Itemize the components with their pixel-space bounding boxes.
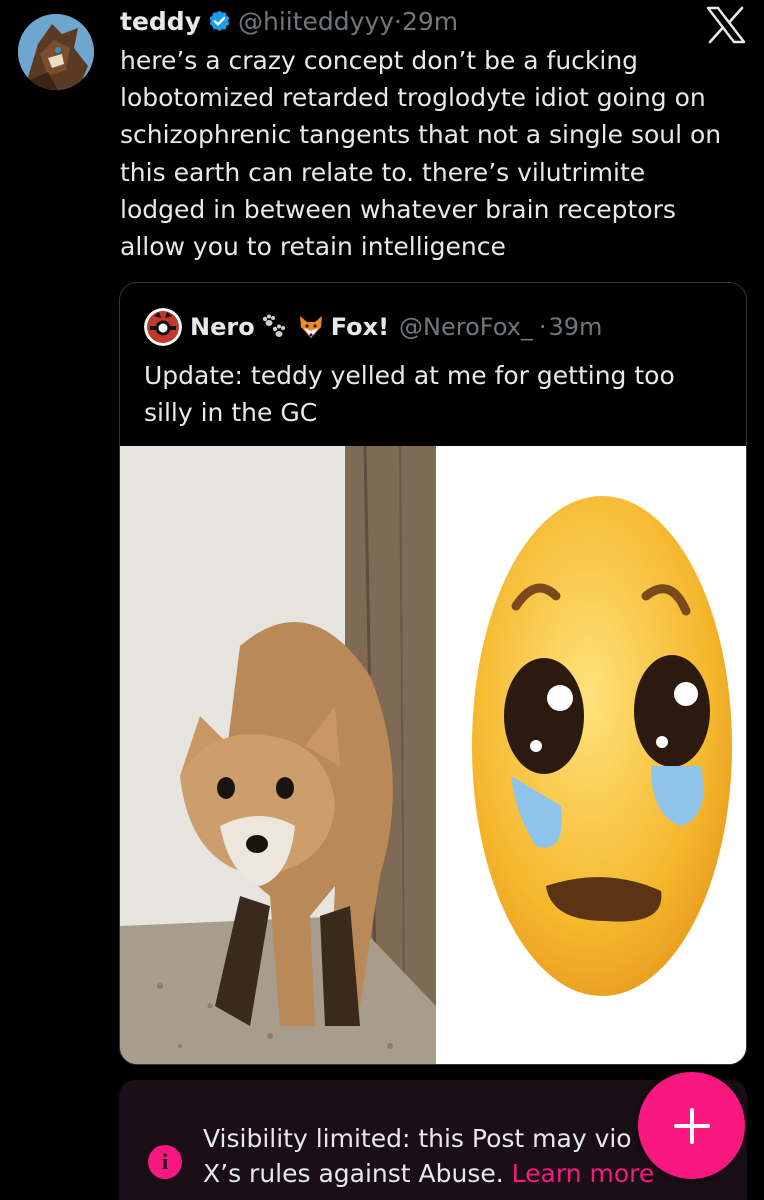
quoted-post-time: 39m — [548, 313, 603, 341]
quoted-author-name-part2: Fox! — [330, 313, 390, 341]
tweet-header: teddy @hiiteddyyy · 29m — [120, 4, 458, 38]
quoted-author-name[interactable]: Nero Fox! — [190, 313, 389, 341]
quoted-avatar — [144, 308, 182, 346]
info-icon: i — [148, 1145, 182, 1179]
learn-more-link[interactable]: Learn more — [512, 1159, 655, 1188]
avatar-image — [18, 14, 94, 90]
pleading-face-image[interactable] — [436, 446, 746, 1064]
compose-button[interactable] — [638, 1072, 745, 1179]
visibility-notice-text: Visibility limited: this Post may vio X’… — [203, 1121, 663, 1191]
tweet-text: here’s a crazy concept don’t be a fuckin… — [120, 46, 722, 262]
quoted-separator-dot: · — [538, 313, 547, 341]
notice-line-1: Visibility limited: this Post may vio — [203, 1124, 632, 1153]
author-name[interactable]: teddy — [120, 7, 201, 36]
plus-icon — [673, 1107, 710, 1144]
notice-line-2-text: X’s rules against Abuse. — [203, 1159, 504, 1188]
quoted-post[interactable]: Nero Fox! @NeroFox_ · 39m Update: teddy … — [119, 282, 747, 1065]
avatar[interactable] — [18, 14, 94, 90]
x-logo-icon — [706, 6, 746, 44]
fox-face-icon — [297, 313, 325, 341]
paw-prints-icon — [259, 313, 287, 341]
post-time[interactable]: 29m — [402, 7, 458, 36]
quoted-author-handle[interactable]: @NeroFox_ — [399, 313, 533, 341]
fox-photo[interactable] — [120, 446, 436, 1064]
quoted-media[interactable] — [120, 446, 746, 1064]
quoted-post-text: Update: teddy yelled at me for getting t… — [144, 361, 675, 427]
verified-badge-icon — [207, 9, 232, 34]
quoted-author-name-part1: Nero — [190, 313, 255, 341]
separator-dot: · — [394, 6, 402, 36]
author-handle[interactable]: @hiiteddyyy — [238, 7, 394, 36]
notice-line-2: X’s rules against Abuse. Learn more — [203, 1156, 663, 1191]
quoted-post-header: Nero Fox! @NeroFox_ · 39m — [144, 308, 603, 346]
